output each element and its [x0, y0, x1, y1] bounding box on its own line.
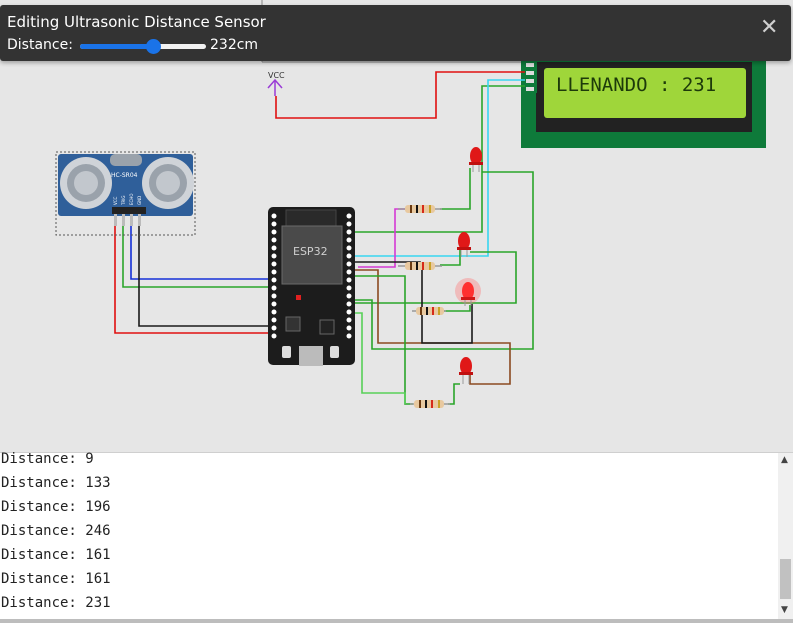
distance-slider-fill — [80, 44, 154, 49]
led-4[interactable] — [459, 357, 473, 384]
sensor-label: HC-SR04 — [111, 172, 138, 179]
scroll-down-icon[interactable]: ▼ — [781, 605, 788, 615]
scrollbar-thumb[interactable] — [780, 559, 791, 599]
circuit-diagram: LLENANDO : 231 VCC HC-SR04 VCC TRIG ECHO… — [55, 0, 766, 408]
resistor-4[interactable] — [410, 400, 450, 408]
scroll-up-icon[interactable]: ▲ — [781, 455, 788, 465]
led-1[interactable] — [469, 147, 483, 172]
distance-slider-thumb[interactable] — [146, 39, 162, 54]
serial-monitor[interactable]: Distance: 9 Distance: 133 Distance: 196 Dis… — [0, 451, 793, 624]
resistor-2[interactable] — [398, 262, 442, 270]
led-3-lit[interactable] — [455, 278, 481, 306]
distance-slider[interactable] — [80, 39, 206, 54]
serial-line: Distance: 231 — [1, 595, 111, 611]
close-icon[interactable]: ✕ — [760, 17, 778, 39]
resistor-1[interactable] — [398, 205, 442, 213]
serial-line: Distance: 161 — [1, 571, 111, 587]
serial-line: Distance: 133 — [1, 475, 111, 491]
led-2[interactable] — [457, 232, 471, 257]
serial-scrollbar[interactable]: ▲ ▼ — [778, 453, 793, 621]
serial-line: Distance: 196 — [1, 499, 111, 515]
serial-line: Distance: 9 — [1, 451, 94, 467]
esp32-label: ESP32 — [293, 245, 328, 258]
distance-value: 232cm — [210, 37, 259, 53]
distance-label: Distance: — [7, 37, 73, 53]
sensor-pin-echo: ECHO — [129, 194, 134, 205]
lcd-display[interactable]: LLENANDO : 231 — [521, 55, 766, 148]
simulation-canvas[interactable]: LLENANDO : 231 VCC HC-SR04 VCC TRIG ECHO… — [0, 0, 793, 452]
sensor-editor-panel: Editing Ultrasonic Distance Sensor Dista… — [0, 5, 791, 61]
resistor-3[interactable] — [412, 307, 446, 315]
esp32-board[interactable]: ESP32 — [268, 207, 355, 366]
serial-line: Distance: 246 — [1, 523, 111, 539]
serial-line: Distance: 161 — [1, 547, 111, 563]
ultrasonic-sensor[interactable]: HC-SR04 VCC TRIG ECHO GND — [55, 151, 196, 236]
editor-title: Editing Ultrasonic Distance Sensor — [7, 13, 266, 31]
sensor-pin-vcc: VCC — [113, 196, 118, 205]
bottom-toolbar — [0, 619, 793, 623]
lcd-text: LLENANDO : 231 — [556, 74, 716, 96]
sensor-pin-trig: TRIG — [121, 195, 126, 206]
sensor-pin-gnd: GND — [137, 196, 142, 205]
vcc-label: VCC — [268, 71, 285, 80]
vcc-symbol[interactable]: VCC — [267, 71, 285, 96]
serial-output: Distance: 9 Distance: 133 Distance: 196 Dis… — [0, 447, 111, 615]
